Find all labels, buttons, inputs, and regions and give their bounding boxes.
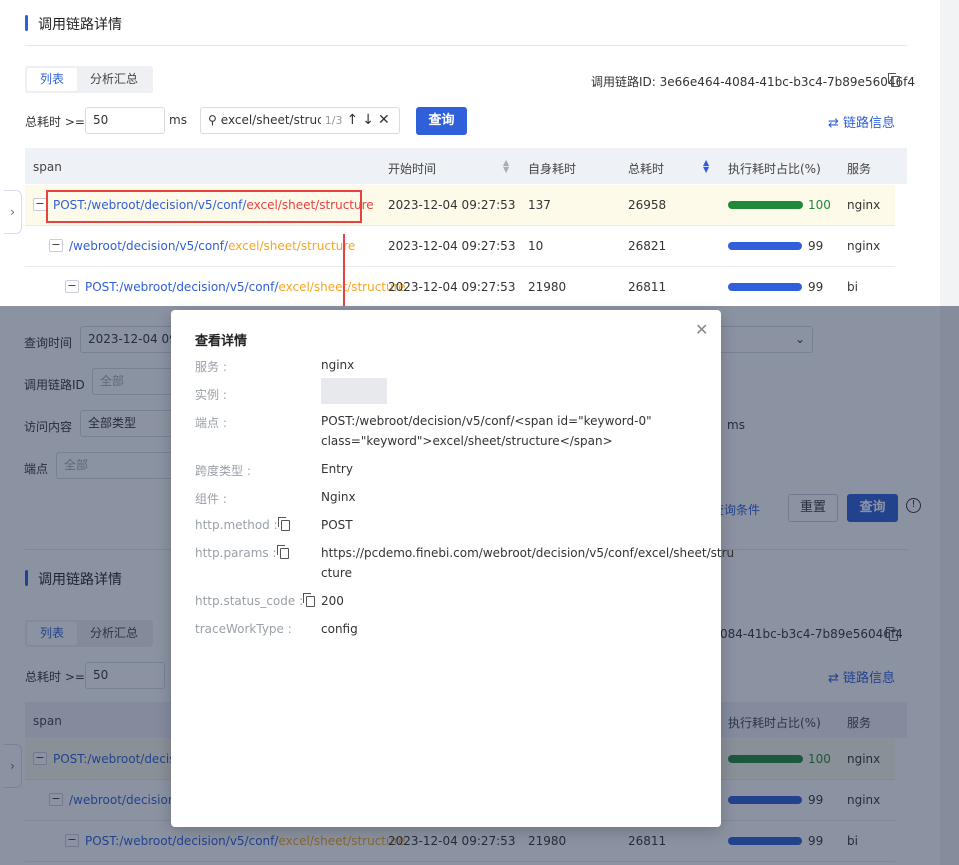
copy-icon[interactable]: [277, 517, 290, 531]
trace-id: 调用链路ID: 3e66e464-4084-41bc-b3c4-7b89e560…: [591, 75, 915, 89]
detail-modal: 查看详情 ✕ 服务 :nginx实例 :1 30端点 :POST:/webroo…: [171, 310, 734, 827]
field-label: 服务 :: [195, 360, 227, 374]
field-label: http.method :: [195, 517, 290, 532]
self-duration: 21980: [528, 280, 567, 294]
span-link[interactable]: POST:/webroot/decision/v5/conf/excel/she…: [85, 280, 406, 294]
total-duration: 26811: [628, 280, 667, 294]
field-label: traceWorkType :: [195, 622, 292, 636]
search-icon: ⚲: [208, 113, 217, 127]
copy-icon[interactable]: [888, 73, 900, 88]
percent-bar: [728, 201, 803, 209]
field-label: 组件 :: [195, 492, 227, 506]
tab-analysis[interactable]: 分析汇总: [77, 68, 151, 91]
highlight-box: [46, 190, 362, 223]
service: bi: [847, 280, 858, 294]
divider: [25, 45, 907, 46]
collapse-toggle[interactable]: −: [65, 280, 79, 293]
field-value: 200: [321, 594, 344, 608]
field-label: 实例 :: [195, 388, 227, 402]
col-start[interactable]: 开始时间: [388, 160, 436, 177]
field-value: https://pcdemo.finebi.com/webroot/decisi…: [321, 546, 735, 580]
field-value: Entry: [321, 462, 353, 476]
expand-panel-icon[interactable]: ›: [4, 190, 22, 234]
total-duration-input[interactable]: 50: [85, 107, 165, 134]
table-row[interactable]: − /webroot/decision/v5/conf/excel/sheet/…: [25, 226, 895, 267]
redacted-block: [321, 378, 387, 404]
field-value: POST:/webroot/decision/v5/conf/<span id=…: [321, 414, 652, 448]
close-icon[interactable]: ✕: [378, 108, 390, 133]
field-label: http.params :: [195, 545, 289, 560]
field-label: 跨度类型 :: [195, 464, 251, 478]
start-time: 2023-12-04 09:27:53: [388, 198, 516, 212]
field-value: config: [321, 622, 358, 636]
total-duration: 26958: [628, 198, 667, 212]
filter-label: 总耗时 >=: [25, 115, 85, 129]
col-span: span: [33, 160, 62, 174]
field-value: Nginx: [321, 490, 356, 504]
link-icon: ⇄: [828, 116, 839, 131]
arrow-up-icon[interactable]: ↑: [347, 108, 359, 133]
col-self: 自身耗时: [528, 162, 577, 176]
start-time: 2023-12-04 09:27:53: [388, 280, 516, 294]
arrow-down-icon[interactable]: ↓: [362, 108, 374, 133]
col-percent: 执行耗时占比(%): [728, 162, 821, 176]
collapse-toggle[interactable]: −: [33, 198, 47, 211]
modal-title: 查看详情: [195, 334, 248, 349]
start-time: 2023-12-04 09:27:53: [388, 239, 516, 253]
self-duration: 137: [528, 198, 551, 212]
page-gutter: [940, 0, 959, 306]
search-input[interactable]: excel/sheet/structu: [221, 108, 321, 133]
search-box[interactable]: ⚲ excel/sheet/structu 1/3 ↑ ↓ ✕: [200, 107, 400, 134]
sort-desc-icon[interactable]: ▲ ▼: [703, 159, 709, 174]
view-tabs: 列表 分析汇总: [25, 66, 154, 93]
collapse-toggle[interactable]: −: [49, 239, 63, 252]
field-label: 端点 :: [195, 416, 227, 430]
trace-info-link[interactable]: ⇄ 链路信息: [828, 112, 895, 131]
service: nginx: [847, 239, 881, 253]
table-header: span 开始时间 ▲ ▼ 自身耗时 总耗时 ▲ ▼ 执行耗时占比(%) 服务: [25, 148, 907, 184]
query-button[interactable]: 查询: [416, 107, 467, 135]
service: nginx: [847, 198, 881, 212]
percent-value: 99: [808, 239, 824, 253]
percent-bar: [728, 283, 803, 291]
table-row[interactable]: − POST:/webroot/decision/v5/conf/excel/s…: [25, 267, 895, 308]
sort-icon[interactable]: ▲ ▼: [503, 159, 509, 174]
total-duration: 26821: [628, 239, 667, 253]
tab-list[interactable]: 列表: [27, 68, 78, 91]
section-title: 调用链路详情: [38, 17, 122, 33]
self-duration: 10: [528, 239, 544, 253]
field-value: nginx: [321, 358, 355, 372]
percent-value: 100: [808, 198, 831, 212]
percent-value: 99: [808, 280, 824, 294]
col-service: 服务: [847, 162, 872, 176]
unit-label: ms: [169, 113, 187, 127]
field-value: POST: [321, 518, 353, 532]
section-bar: [25, 15, 28, 31]
span-link[interactable]: /webroot/decision/v5/conf/excel/sheet/st…: [69, 239, 355, 253]
copy-icon[interactable]: [276, 545, 289, 559]
copy-icon[interactable]: [303, 593, 316, 607]
close-icon[interactable]: ✕: [695, 320, 708, 339]
match-count: 1/3: [324, 114, 343, 127]
percent-bar: [728, 242, 803, 250]
field-label: http.status_code :: [195, 593, 316, 608]
col-total[interactable]: 总耗时: [628, 160, 664, 177]
